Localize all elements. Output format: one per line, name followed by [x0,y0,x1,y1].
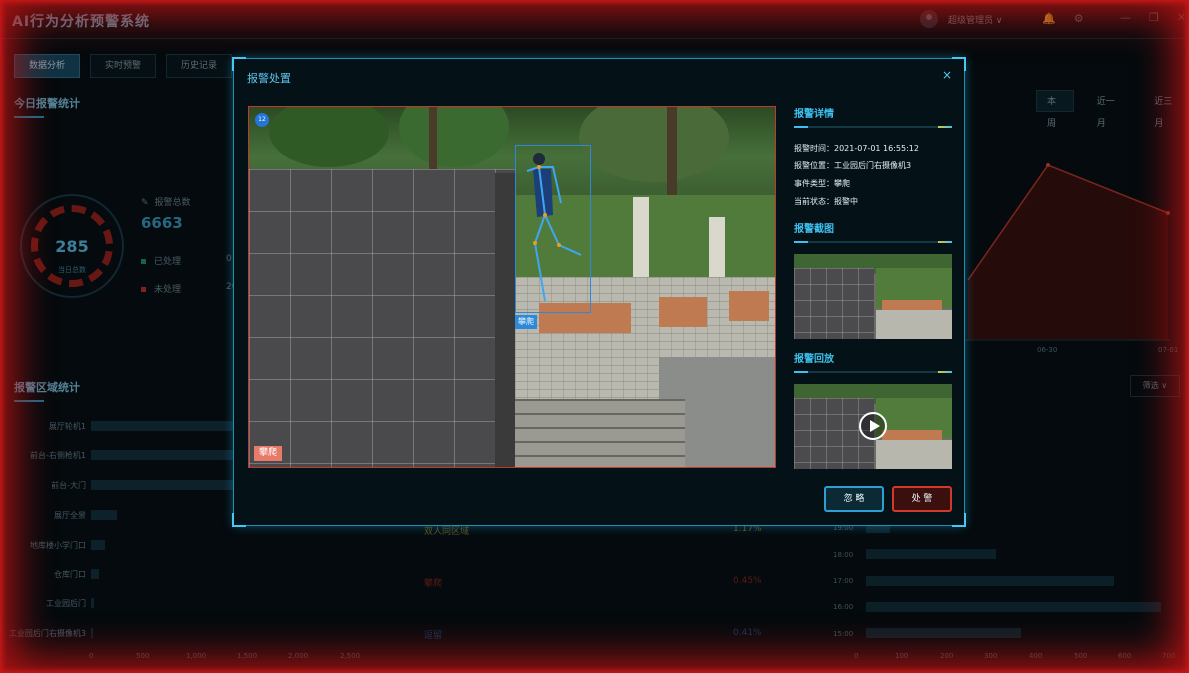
corner-ornament [232,513,246,527]
corner-ornament [952,513,966,527]
alarm-location-value: 工业园后门右摄像机3 [834,161,912,170]
thumb-wall [876,310,952,339]
alarm-location-label: 报警位置： [794,161,834,170]
alarm-status-value: 报警中 [834,197,858,206]
screenshot-divider [794,241,952,243]
details-title: 报警详情 [794,109,834,120]
ignore-button[interactable]: 忽 略 [824,486,884,512]
scene-rubble [515,399,685,467]
scene-planter [729,291,769,321]
camera-scene [249,107,775,467]
detection-label: 攀爬 [515,315,537,329]
alarm-video-frame[interactable]: 攀爬 12 攀爬 [248,106,776,468]
alarm-dialog: 报警处置 × 攀爬 12 攀爬 报警详情 报警时间：2021-07-01 16:… [232,57,966,527]
event-type-row: 事件类型：攀爬 [794,178,850,189]
dialog-title: 报警处置 [247,72,291,85]
track-id-badge: 12 [255,113,269,127]
corner-ornament [952,57,966,71]
scene-planter [659,297,707,327]
alarm-screenshot[interactable] [794,254,952,339]
event-type-label: 事件类型： [794,179,834,188]
play-icon[interactable] [859,412,887,440]
alarm-time-value: 2021-07-01 16:55:12 [834,144,919,153]
alarm-detail-panel: 报警详情 报警时间：2021-07-01 16:55:12 报警位置：工业园后门… [794,59,954,527]
scene-wall-edge [495,173,515,467]
alarm-time-row: 报警时间：2021-07-01 16:55:12 [794,143,919,154]
playback-title: 报警回放 [794,354,834,365]
corner-ornament [232,57,246,71]
playback-divider [794,371,952,373]
thumb-stone-wall [794,268,874,339]
alarm-time-label: 报警时间： [794,144,834,153]
thumb-planter [882,300,942,310]
handle-alarm-button[interactable]: 处 警 [892,486,952,512]
details-divider [794,126,952,128]
alarm-status-row: 当前状态：报警中 [794,196,858,207]
thumb-planter [882,430,942,440]
alarm-location-row: 报警位置：工业园后门右摄像机3 [794,160,911,171]
event-type-value: 攀爬 [834,179,850,188]
alarm-status-label: 当前状态： [794,197,834,206]
scene-trunk [429,107,437,177]
detection-box [515,145,591,313]
screenshot-title: 报警截图 [794,224,834,235]
alarm-playback[interactable] [794,384,952,469]
event-badge: 攀爬 [254,446,283,461]
thumb-wall [876,440,952,469]
scene-stone-wall [249,169,515,467]
